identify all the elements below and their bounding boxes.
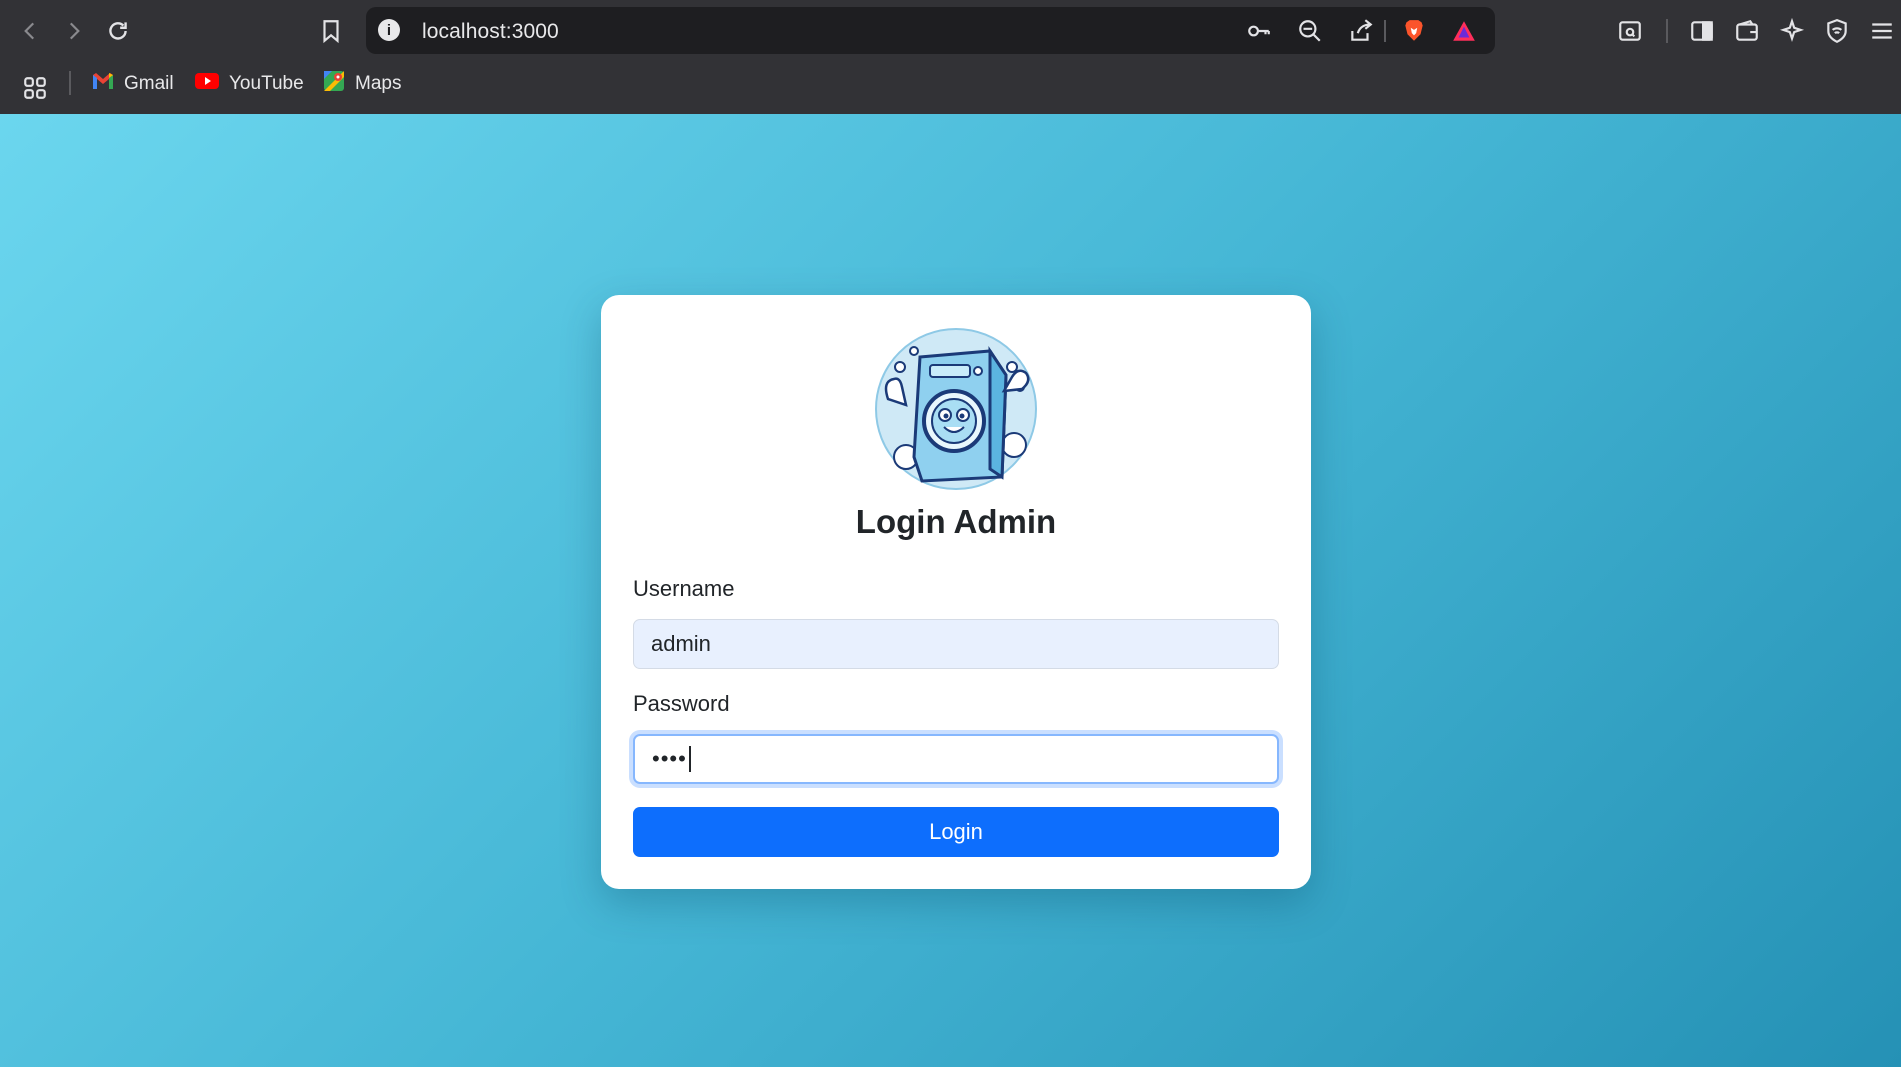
address-bar[interactable]: i localhost:3000 — [366, 7, 1495, 54]
password-input[interactable]: •••• — [633, 734, 1279, 784]
password-label: Password — [633, 691, 730, 716]
reload-icon[interactable] — [100, 13, 136, 49]
leo-ai-icon[interactable] — [1774, 13, 1810, 49]
bookmark-label-maps: Maps — [355, 73, 402, 94]
toolbar-divider — [1666, 19, 1668, 43]
login-button[interactable]: Login — [633, 807, 1279, 857]
brave-rewards-icon[interactable] — [1446, 13, 1482, 49]
url-text[interactable]: localhost:3000 — [422, 20, 559, 44]
login-title: Login Admin — [855, 503, 1057, 540]
gmail-icon — [92, 72, 114, 96]
brave-shields-icon[interactable] — [1396, 13, 1432, 49]
wallet-icon[interactable] — [1729, 13, 1765, 49]
share-icon[interactable] — [1343, 13, 1379, 49]
youtube-icon — [195, 72, 219, 96]
tab-search-icon[interactable] — [1612, 13, 1648, 49]
bookmark-icon[interactable] — [313, 13, 349, 49]
browser-chrome: i localhost:3000 Gmail YouTube Maps — [0, 0, 1901, 114]
bookmark-youtube[interactable]: YouTube — [195, 70, 304, 98]
bookmark-label-gmail: Gmail — [124, 73, 174, 94]
username-value: admin — [651, 631, 711, 656]
browser-toolbar: i localhost:3000 — [0, 0, 1901, 62]
sidebar-icon[interactable] — [1684, 13, 1720, 49]
username-input[interactable]: admin — [633, 619, 1279, 669]
password-value: •••• — [652, 746, 687, 771]
login-card: Login Admin Username admin Password ••••… — [601, 295, 1311, 889]
back-icon[interactable] — [12, 13, 48, 49]
bookmark-maps[interactable]: Maps — [323, 70, 401, 98]
zoom-out-icon[interactable] — [1292, 13, 1328, 49]
vpn-shield-icon[interactable] — [1819, 13, 1855, 49]
page-background: Login Admin Username admin Password ••••… — [0, 114, 1901, 1067]
bookmark-label-youtube: YouTube — [229, 73, 304, 94]
menu-icon[interactable] — [1864, 13, 1900, 49]
bookmark-gmail[interactable]: Gmail — [92, 70, 174, 98]
urlbar-divider — [1384, 20, 1386, 42]
text-cursor — [688, 746, 691, 772]
apps-grid-icon[interactable] — [17, 70, 53, 106]
key-icon[interactable] — [1241, 13, 1277, 49]
username-label: Username — [633, 576, 735, 601]
bookmarks-divider — [69, 71, 71, 95]
laundry-mascot-logo — [874, 327, 1038, 491]
forward-icon[interactable] — [56, 13, 92, 49]
site-info-icon[interactable]: i — [378, 19, 400, 41]
maps-icon — [323, 70, 345, 98]
